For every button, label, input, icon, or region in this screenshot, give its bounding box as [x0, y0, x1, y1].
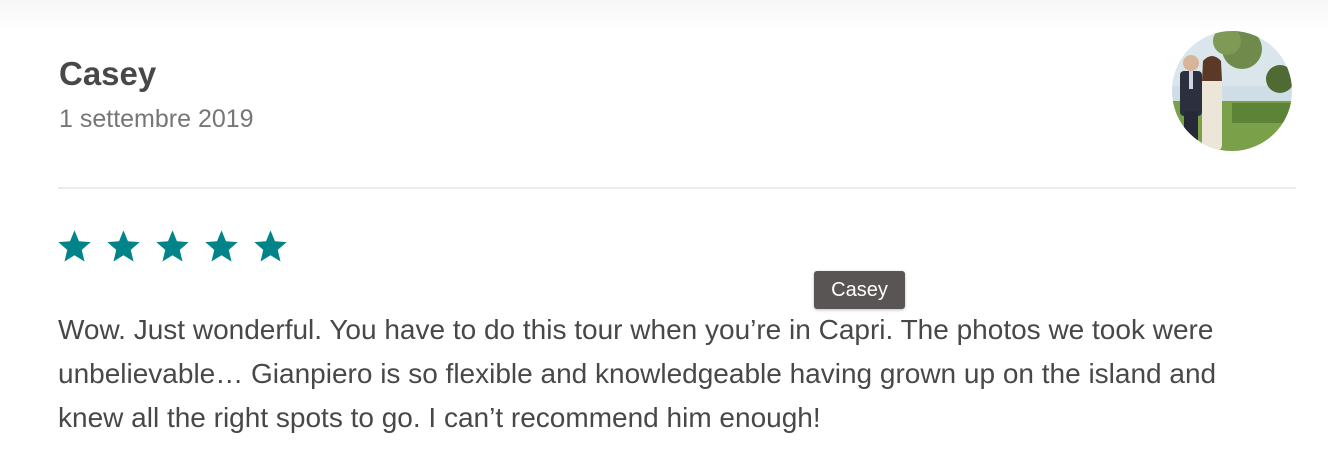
avatar[interactable]	[1172, 31, 1292, 151]
star-rating	[56, 228, 289, 268]
review-text: Wow. Just wonderful. You have to do this…	[58, 314, 1217, 433]
star-icon	[58, 230, 91, 262]
star-icon	[205, 230, 238, 262]
star-icon	[254, 230, 287, 262]
reviewer-name: Casey	[59, 55, 157, 92]
star-icon	[107, 230, 140, 262]
avatar-photo	[1172, 31, 1292, 151]
divider	[58, 187, 1296, 189]
review-date: 1 settembre 2019	[59, 105, 254, 133]
tooltip: Casey	[814, 271, 905, 309]
star-icon	[156, 230, 189, 262]
